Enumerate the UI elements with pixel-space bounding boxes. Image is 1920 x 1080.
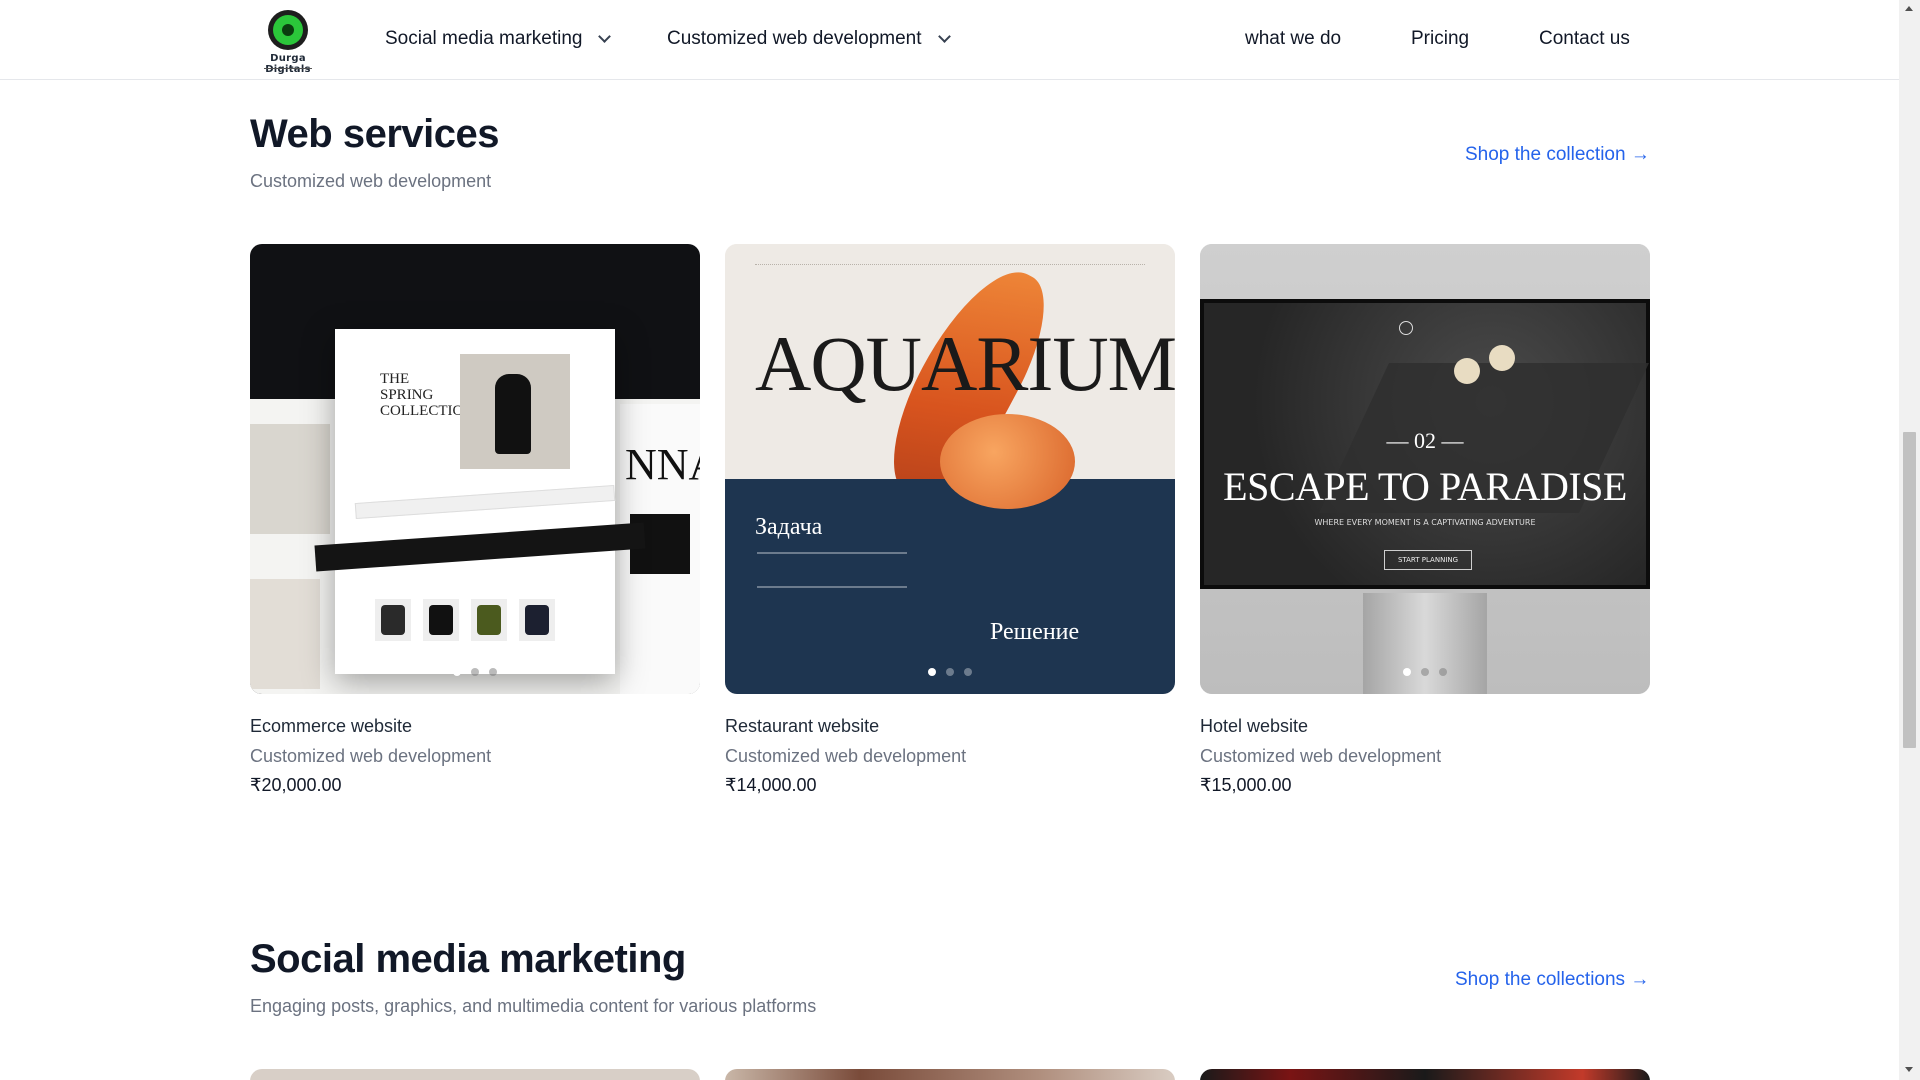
chevron-down-icon: [598, 29, 612, 43]
section-title-web-services: Web services: [250, 112, 499, 156]
nav-label: Pricing: [1411, 28, 1470, 49]
mockup-number-text: — 02 —: [1386, 428, 1464, 453]
product-subtitle: Customized web development: [725, 746, 967, 766]
carousel-dot[interactable]: [928, 668, 936, 676]
mockup-solution-text: Решение: [990, 619, 1080, 645]
social-card-image-2[interactable]: [725, 1069, 1175, 1080]
nav-label: what we do: [1245, 28, 1342, 49]
mockup-button-label: START PLANNING: [1397, 556, 1459, 564]
scroll-up-arrow-icon[interactable]: [1905, 6, 1913, 11]
product-title[interactable]: Restaurant website: [725, 716, 879, 737]
site-header: Durga Digitals Social media marketing Cu…: [0, 0, 1899, 80]
carousel-dot[interactable]: [946, 668, 954, 676]
carousel-dot[interactable]: [471, 668, 479, 676]
carousel-dots: [725, 668, 1175, 676]
product-price: ₹14,000.00: [725, 775, 817, 795]
nav-customized-web-development[interactable]: Customized web development: [667, 28, 951, 50]
logo-tagline-mark: [264, 68, 312, 70]
scroll-down-arrow-icon[interactable]: [1905, 1067, 1913, 1072]
carousel-dot[interactable]: [964, 668, 972, 676]
section-title-social-media: Social media marketing: [250, 937, 686, 981]
product-image-carousel[interactable]: — 02 — ESCAPE TO PARADISE WHERE EVERY MO…: [1200, 244, 1650, 694]
shop-the-collection-link[interactable]: Shop the collection →: [1465, 144, 1650, 166]
nav-label: Customized web development: [667, 28, 922, 49]
nav-pricing[interactable]: Pricing: [1411, 28, 1469, 50]
carousel-dot[interactable]: [453, 668, 461, 676]
carousel-dot[interactable]: [1421, 668, 1429, 676]
carousel-dots: [250, 668, 700, 676]
mockup-logo-icon: [1399, 321, 1413, 335]
mockup-headline-text: ESCAPE TO PARADISE: [1223, 464, 1627, 509]
chevron-down-icon: [937, 29, 951, 43]
product-card-hotel[interactable]: — 02 — ESCAPE TO PARADISE WHERE EVERY MO…: [1200, 244, 1650, 795]
nav-contact-us[interactable]: Contact us: [1539, 28, 1630, 50]
product-image-carousel[interactable]: NNA THE SPRING COLLECTION: [250, 244, 700, 694]
mockup-headline-text: AQUARIUM: [755, 320, 1175, 407]
carousel-dot[interactable]: [1403, 668, 1411, 676]
carousel-dot[interactable]: [489, 668, 497, 676]
product-title[interactable]: Ecommerce website: [250, 716, 412, 737]
mockup-collection-text: THE SPRING COLLECTION: [380, 371, 475, 419]
mockup-button: START PLANNING: [1384, 550, 1472, 570]
page-scrollbar[interactable]: [1899, 0, 1920, 1080]
eye-logo-icon: [268, 10, 308, 50]
carousel-dot[interactable]: [1439, 668, 1447, 676]
nav-what-we-do[interactable]: what we do: [1245, 28, 1341, 50]
site-logo[interactable]: Durga Digitals: [250, 8, 326, 75]
product-card-ecommerce[interactable]: NNA THE SPRING COLLECTION Ecommerce webs…: [250, 244, 700, 795]
nav-social-media-marketing[interactable]: Social media marketing: [385, 28, 612, 50]
product-price: ₹20,000.00: [250, 775, 342, 795]
social-card-image-3[interactable]: [1200, 1069, 1650, 1080]
nav-label: Social media marketing: [385, 28, 583, 49]
product-title[interactable]: Hotel website: [1200, 716, 1308, 737]
product-image-carousel[interactable]: AQUARIUM Задача Решение: [725, 244, 1175, 694]
mockup-task-text: Задача: [755, 514, 823, 540]
scrollbar-thumb[interactable]: [1903, 432, 1916, 748]
nav-label: Contact us: [1539, 28, 1630, 49]
product-subtitle: Customized web development: [250, 746, 492, 766]
section-subtitle-web-services: Customized web development: [250, 171, 492, 191]
mockup-tagline-text: WHERE EVERY MOMENT IS A CAPTIVATING ADVE…: [1314, 518, 1536, 527]
carousel-dots: [1200, 668, 1650, 676]
product-subtitle: Customized web development: [1200, 746, 1442, 766]
social-card-image-1[interactable]: [250, 1069, 700, 1080]
product-card-restaurant[interactable]: AQUARIUM Задача Решение Restaurant websi…: [725, 244, 1175, 795]
shop-the-collections-link[interactable]: Shop the collections →: [1455, 969, 1649, 991]
mockup-brand-text: NNA: [625, 440, 700, 489]
product-price: ₹15,000.00: [1200, 775, 1292, 795]
logo-text: Durga Digitals: [265, 53, 311, 75]
section-subtitle-social-media: Engaging posts, graphics, and multimedia…: [250, 996, 817, 1016]
